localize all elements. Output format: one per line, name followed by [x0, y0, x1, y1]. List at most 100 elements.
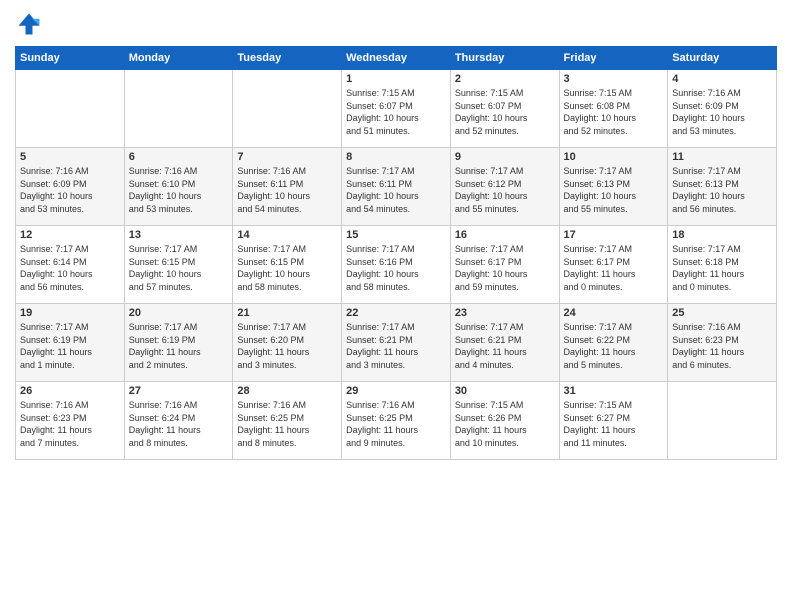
calendar-cell: 8 Sunrise: 7:17 AM Sunset: 6:11 PM Daylig…: [342, 148, 451, 226]
logo-icon: [15, 10, 43, 38]
calendar-cell: 21 Sunrise: 7:17 AM Sunset: 6:20 PM Dayli…: [233, 304, 342, 382]
day-number: 23: [455, 307, 555, 319]
day-info: Sunrise: 7:17 AM Sunset: 6:11 PM Dayligh…: [346, 165, 446, 215]
day-info: Sunrise: 7:16 AM Sunset: 6:11 PM Dayligh…: [237, 165, 337, 215]
day-number: 25: [672, 307, 772, 319]
day-info: Sunrise: 7:16 AM Sunset: 6:25 PM Dayligh…: [346, 399, 446, 449]
weekday-header-sunday: Sunday: [16, 47, 125, 70]
day-number: 2: [455, 73, 555, 85]
calendar-cell: 7 Sunrise: 7:16 AM Sunset: 6:11 PM Daylig…: [233, 148, 342, 226]
day-number: 13: [129, 229, 229, 241]
calendar-cell: 9 Sunrise: 7:17 AM Sunset: 6:12 PM Daylig…: [450, 148, 559, 226]
day-info: Sunrise: 7:15 AM Sunset: 6:07 PM Dayligh…: [455, 87, 555, 137]
calendar-cell: 6Sunrise: 7:16 AM Sunset: 6:10 PM Daylig…: [124, 148, 233, 226]
calendar-cell: 25 Sunrise: 7:16 AM Sunset: 6:23 PM Dayli…: [668, 304, 777, 382]
calendar-cell: 27 Sunrise: 7:16 AM Sunset: 6:24 PM Dayli…: [124, 382, 233, 460]
day-number: 17: [564, 229, 664, 241]
day-number: 6: [129, 151, 229, 163]
day-number: 3: [564, 73, 664, 85]
calendar-cell: 23 Sunrise: 7:17 AM Sunset: 6:21 PM Dayli…: [450, 304, 559, 382]
day-info: Sunrise: 7:16 AM Sunset: 6:23 PM Dayligh…: [672, 321, 772, 371]
weekday-header-monday: Monday: [124, 47, 233, 70]
day-number: 8: [346, 151, 446, 163]
day-number: 5: [20, 151, 120, 163]
day-number: 27: [129, 385, 229, 397]
day-info: Sunrise: 7:17 AM Sunset: 6:21 PM Dayligh…: [346, 321, 446, 371]
day-info: Sunrise: 7:17 AM Sunset: 6:17 PM Dayligh…: [564, 243, 664, 293]
day-info: Sunrise: 7:17 AM Sunset: 6:13 PM Dayligh…: [564, 165, 664, 215]
day-info: Sunrise: 7:15 AM Sunset: 6:08 PM Dayligh…: [564, 87, 664, 137]
page: SundayMondayTuesdayWednesdayThursdayFrid…: [0, 0, 792, 612]
calendar-cell: 29 Sunrise: 7:16 AM Sunset: 6:25 PM Dayli…: [342, 382, 451, 460]
day-info: Sunrise: 7:15 AM Sunset: 6:27 PM Dayligh…: [564, 399, 664, 449]
day-number: 28: [237, 385, 337, 397]
day-info: Sunrise: 7:17 AM Sunset: 6:17 PM Dayligh…: [455, 243, 555, 293]
week-row-2: 5 Sunrise: 7:16 AM Sunset: 6:09 PM Daylig…: [16, 148, 777, 226]
weekday-header-thursday: Thursday: [450, 47, 559, 70]
calendar-cell: 16 Sunrise: 7:17 AM Sunset: 6:17 PM Dayli…: [450, 226, 559, 304]
calendar-cell: [16, 70, 125, 148]
calendar-cell: 17 Sunrise: 7:17 AM Sunset: 6:17 PM Dayli…: [559, 226, 668, 304]
weekday-header-tuesday: Tuesday: [233, 47, 342, 70]
header: [15, 10, 777, 38]
calendar-cell: 14 Sunrise: 7:17 AM Sunset: 6:15 PM Dayli…: [233, 226, 342, 304]
calendar-cell: 22 Sunrise: 7:17 AM Sunset: 6:21 PM Dayli…: [342, 304, 451, 382]
day-info: Sunrise: 7:16 AM Sunset: 6:09 PM Dayligh…: [20, 165, 120, 215]
day-info: Sunrise: 7:16 AM Sunset: 6:25 PM Dayligh…: [237, 399, 337, 449]
week-row-3: 12Sunrise: 7:17 AM Sunset: 6:14 PM Dayli…: [16, 226, 777, 304]
day-info: Sunrise: 7:15 AM Sunset: 6:26 PM Dayligh…: [455, 399, 555, 449]
weekday-header-saturday: Saturday: [668, 47, 777, 70]
day-number: 10: [564, 151, 664, 163]
weekday-header-row: SundayMondayTuesdayWednesdayThursdayFrid…: [16, 47, 777, 70]
calendar-cell: 26 Sunrise: 7:16 AM Sunset: 6:23 PM Dayli…: [16, 382, 125, 460]
day-info: Sunrise: 7:17 AM Sunset: 6:13 PM Dayligh…: [672, 165, 772, 215]
day-number: 24: [564, 307, 664, 319]
calendar-cell: 10 Sunrise: 7:17 AM Sunset: 6:13 PM Dayli…: [559, 148, 668, 226]
day-info: Sunrise: 7:16 AM Sunset: 6:24 PM Dayligh…: [129, 399, 229, 449]
day-number: 16: [455, 229, 555, 241]
calendar-table: SundayMondayTuesdayWednesdayThursdayFrid…: [15, 46, 777, 460]
day-number: 19: [20, 307, 120, 319]
day-info: Sunrise: 7:17 AM Sunset: 6:18 PM Dayligh…: [672, 243, 772, 293]
day-info: Sunrise: 7:17 AM Sunset: 6:21 PM Dayligh…: [455, 321, 555, 371]
calendar-cell: [124, 70, 233, 148]
calendar-cell: 4 Sunrise: 7:16 AM Sunset: 6:09 PM Daylig…: [668, 70, 777, 148]
calendar-cell: 13 Sunrise: 7:17 AM Sunset: 6:15 PM Dayli…: [124, 226, 233, 304]
calendar-cell: 15 Sunrise: 7:17 AM Sunset: 6:16 PM Dayli…: [342, 226, 451, 304]
day-number: 9: [455, 151, 555, 163]
day-info: Sunrise: 7:16 AM Sunset: 6:23 PM Dayligh…: [20, 399, 120, 449]
calendar-cell: 28 Sunrise: 7:16 AM Sunset: 6:25 PM Dayli…: [233, 382, 342, 460]
calendar-cell: 18Sunrise: 7:17 AM Sunset: 6:18 PM Dayli…: [668, 226, 777, 304]
calendar-cell: [668, 382, 777, 460]
day-number: 15: [346, 229, 446, 241]
day-number: 4: [672, 73, 772, 85]
day-number: 21: [237, 307, 337, 319]
calendar-cell: 3 Sunrise: 7:15 AM Sunset: 6:08 PM Daylig…: [559, 70, 668, 148]
day-info: Sunrise: 7:15 AM Sunset: 6:07 PM Dayligh…: [346, 87, 446, 137]
calendar-cell: 31 Sunrise: 7:15 AM Sunset: 6:27 PM Dayli…: [559, 382, 668, 460]
day-number: 12: [20, 229, 120, 241]
day-number: 7: [237, 151, 337, 163]
calendar-cell: 19 Sunrise: 7:17 AM Sunset: 6:19 PM Dayli…: [16, 304, 125, 382]
day-number: 29: [346, 385, 446, 397]
day-info: Sunrise: 7:17 AM Sunset: 6:15 PM Dayligh…: [237, 243, 337, 293]
day-info: Sunrise: 7:17 AM Sunset: 6:16 PM Dayligh…: [346, 243, 446, 293]
day-number: 31: [564, 385, 664, 397]
calendar-cell: 12Sunrise: 7:17 AM Sunset: 6:14 PM Dayli…: [16, 226, 125, 304]
day-info: Sunrise: 7:17 AM Sunset: 6:12 PM Dayligh…: [455, 165, 555, 215]
day-number: 26: [20, 385, 120, 397]
day-number: 22: [346, 307, 446, 319]
day-number: 14: [237, 229, 337, 241]
calendar-cell: 20Sunrise: 7:17 AM Sunset: 6:19 PM Dayli…: [124, 304, 233, 382]
day-info: Sunrise: 7:17 AM Sunset: 6:20 PM Dayligh…: [237, 321, 337, 371]
day-info: Sunrise: 7:17 AM Sunset: 6:22 PM Dayligh…: [564, 321, 664, 371]
day-info: Sunrise: 7:16 AM Sunset: 6:09 PM Dayligh…: [672, 87, 772, 137]
day-info: Sunrise: 7:17 AM Sunset: 6:19 PM Dayligh…: [20, 321, 120, 371]
day-info: Sunrise: 7:17 AM Sunset: 6:15 PM Dayligh…: [129, 243, 229, 293]
calendar-cell: 1 Sunrise: 7:15 AM Sunset: 6:07 PM Daylig…: [342, 70, 451, 148]
calendar-cell: 5 Sunrise: 7:16 AM Sunset: 6:09 PM Daylig…: [16, 148, 125, 226]
calendar-cell: 2 Sunrise: 7:15 AM Sunset: 6:07 PM Daylig…: [450, 70, 559, 148]
day-number: 20: [129, 307, 229, 319]
day-number: 1: [346, 73, 446, 85]
week-row-5: 26 Sunrise: 7:16 AM Sunset: 6:23 PM Dayli…: [16, 382, 777, 460]
